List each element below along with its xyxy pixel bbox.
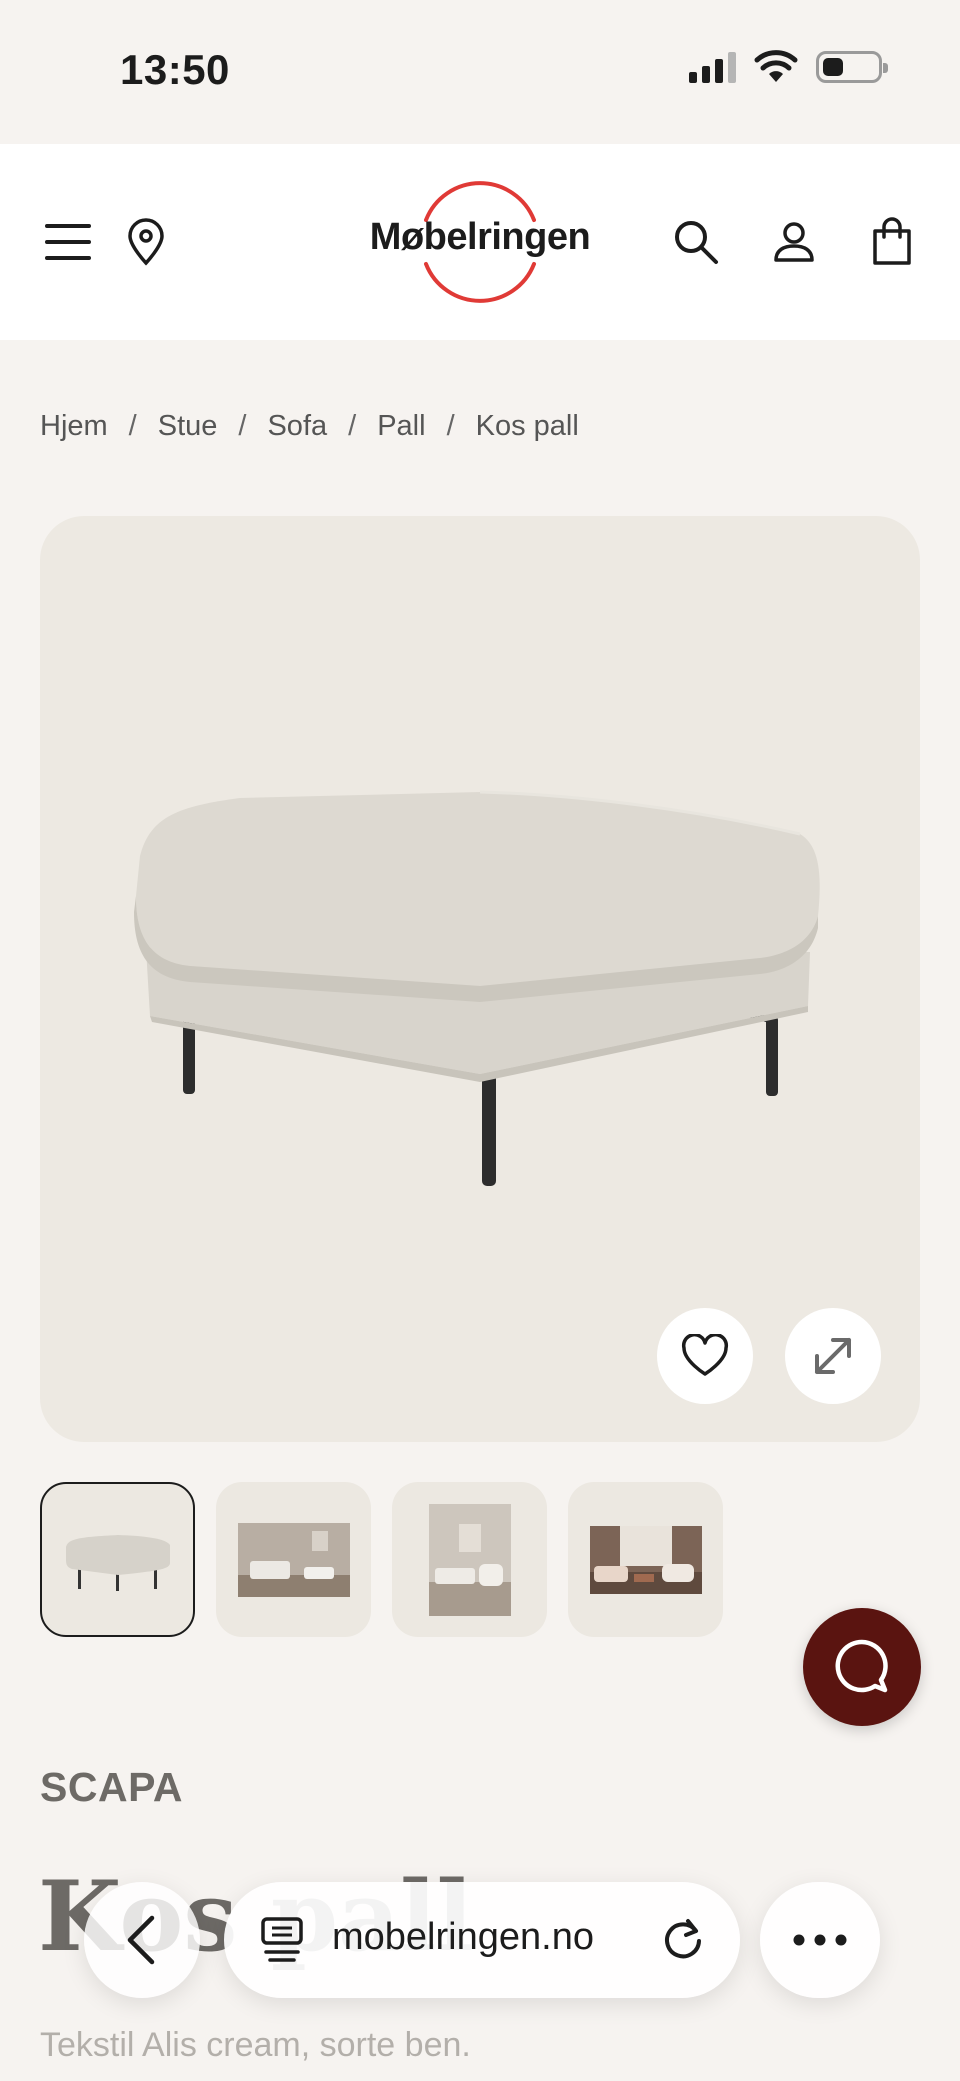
- ottoman-illustration: [134, 790, 820, 1186]
- menu-icon[interactable]: [38, 212, 98, 272]
- browser-toolbar: mobelringen.no: [0, 1862, 960, 2012]
- heart-icon: [681, 1334, 729, 1376]
- product-description: Tekstil Alis cream, sorte ben.: [40, 2026, 471, 2064]
- thumbnail-1[interactable]: [40, 1482, 195, 1637]
- battery-icon: [816, 51, 888, 83]
- thumbnail-3[interactable]: [392, 1482, 547, 1637]
- status-bar: 13:50: [0, 0, 960, 144]
- tabs-icon: [261, 1917, 303, 1962]
- site-logo[interactable]: Møbelringen: [360, 180, 600, 304]
- breadcrumb-separator: /: [348, 410, 357, 442]
- search-icon[interactable]: [666, 212, 726, 272]
- location-pin-icon[interactable]: [116, 212, 176, 272]
- breadcrumb-current: Kos pall: [475, 410, 579, 442]
- chat-icon: [835, 1639, 888, 1693]
- status-time: 13:50: [120, 46, 230, 93]
- thumbnail-2[interactable]: [216, 1482, 371, 1637]
- site-header: Møbelringen: [0, 144, 960, 340]
- thumbnail-4[interactable]: [568, 1482, 723, 1637]
- cellular-signal-icon: [689, 51, 736, 83]
- breadcrumb-separator: /: [238, 410, 247, 442]
- shopping-bag-icon[interactable]: [862, 212, 922, 272]
- breadcrumb-pall[interactable]: Pall: [377, 410, 425, 443]
- thumbnail-strip: [40, 1482, 723, 1637]
- expand-button[interactable]: [785, 1308, 881, 1404]
- expand-icon: [815, 1338, 851, 1374]
- chat-button[interactable]: [803, 1608, 921, 1726]
- more-icon: [793, 1934, 847, 1946]
- breadcrumb-sofa[interactable]: Sofa: [267, 410, 327, 443]
- breadcrumb-home[interactable]: Hjem: [40, 410, 108, 443]
- status-icons: [689, 50, 888, 84]
- product-brand[interactable]: SCAPA: [40, 1764, 183, 1811]
- breadcrumb-separator: /: [128, 410, 137, 442]
- address-bar[interactable]: mobelringen.no: [224, 1882, 740, 1998]
- user-icon[interactable]: [764, 212, 824, 272]
- back-chevron-icon: [127, 1915, 155, 1965]
- breadcrumb-separator: /: [446, 410, 455, 442]
- logo-text: Møbelringen: [369, 216, 591, 258]
- breadcrumb: Hjem / Stue / Sofa / Pall / Kos pall: [40, 410, 579, 443]
- favorite-button[interactable]: [657, 1308, 753, 1404]
- reload-icon[interactable]: [660, 1917, 706, 1963]
- url-text: mobelringen.no: [332, 1916, 594, 1958]
- more-button[interactable]: [760, 1882, 880, 1998]
- wifi-icon: [754, 50, 798, 82]
- breadcrumb-stue[interactable]: Stue: [158, 410, 218, 443]
- product-image[interactable]: [40, 516, 920, 1442]
- browser-back-button[interactable]: [84, 1882, 200, 1998]
